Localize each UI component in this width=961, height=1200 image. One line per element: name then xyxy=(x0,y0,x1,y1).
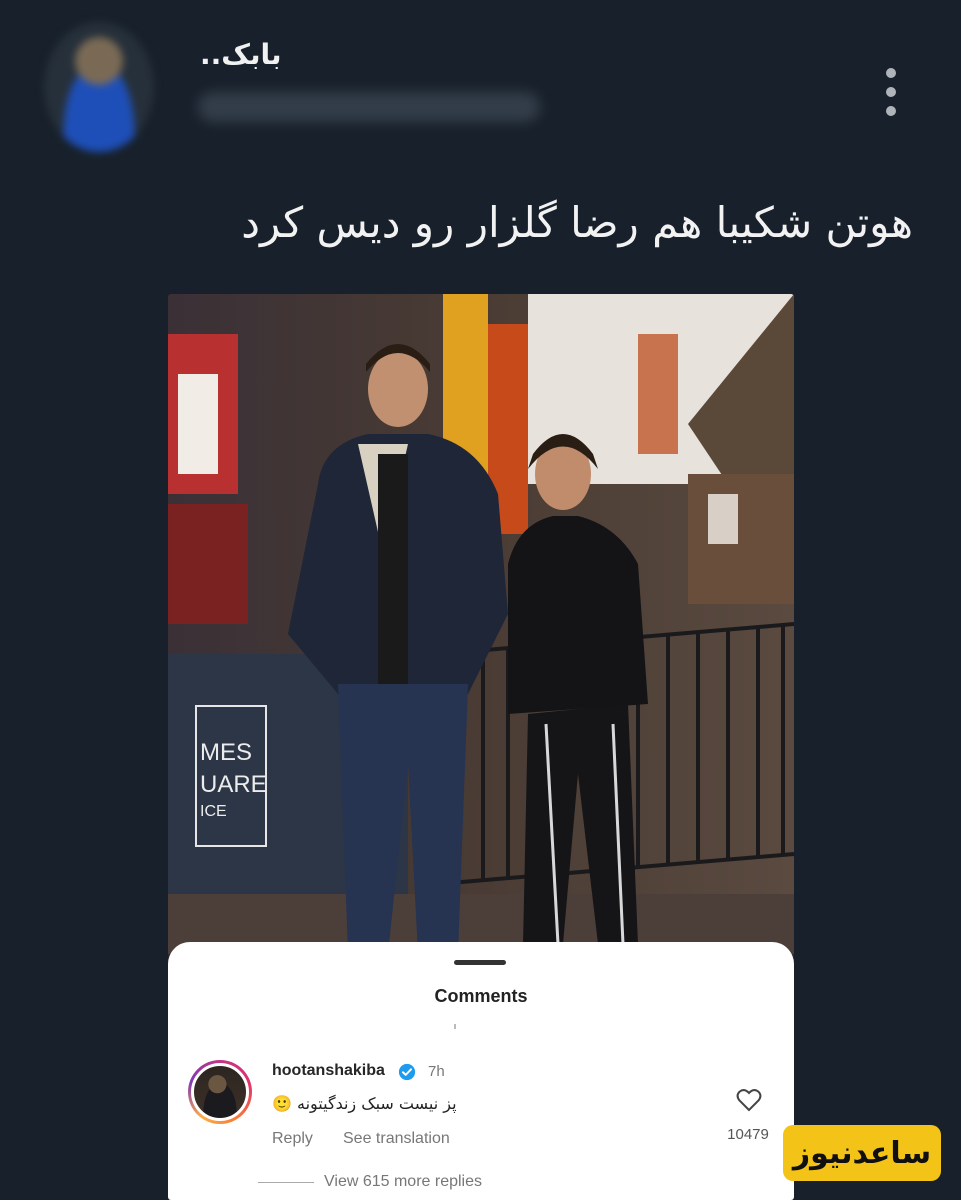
comment-time: 7h xyxy=(428,1063,445,1080)
sign-text-3: ICE xyxy=(200,803,227,820)
replies-divider xyxy=(258,1182,314,1183)
street-photo: MES UARE ICE xyxy=(168,294,794,954)
sign-text-1: MES xyxy=(200,739,252,766)
commenter-avatar[interactable] xyxy=(188,1060,252,1124)
view-more-replies-button[interactable]: View 615 more replies xyxy=(324,1173,482,1191)
tweet-page: بابک.. هوتن شکیبا هم رضا گلزار رو دیس کر… xyxy=(0,0,961,1200)
more-options-icon[interactable] xyxy=(878,68,904,116)
see-translation-button[interactable]: See translation xyxy=(343,1130,450,1148)
author-avatar[interactable] xyxy=(44,22,154,152)
divider xyxy=(454,1024,456,1029)
verified-badge-icon xyxy=(398,1063,416,1081)
drag-handle[interactable] xyxy=(454,960,506,965)
commenter-username[interactable]: hootanshakiba xyxy=(272,1062,385,1080)
comments-title: Comments xyxy=(434,986,528,1006)
author-handle-blurred xyxy=(198,92,540,122)
like-count: 10479 xyxy=(727,1126,769,1143)
tweet-text: هوتن شکیبا هم رضا گلزار رو دیس کرد xyxy=(241,198,913,247)
comments-sheet: Comments hootanshakiba 7h پز نیست سبک زن… xyxy=(168,942,794,1200)
author-name[interactable]: بابک.. xyxy=(200,38,281,71)
heart-icon[interactable] xyxy=(736,1088,762,1112)
reply-button[interactable]: Reply xyxy=(272,1130,313,1148)
watermark-logo: ساعدنیوز xyxy=(783,1125,941,1181)
attached-screenshot[interactable]: MES UARE ICE Comments hootanshakiba 7h پ… xyxy=(168,294,794,1200)
comment-text: پز نیست سبک زندگیتونه 🙂 xyxy=(272,1094,457,1113)
sign-text-2: UARE xyxy=(200,771,267,798)
